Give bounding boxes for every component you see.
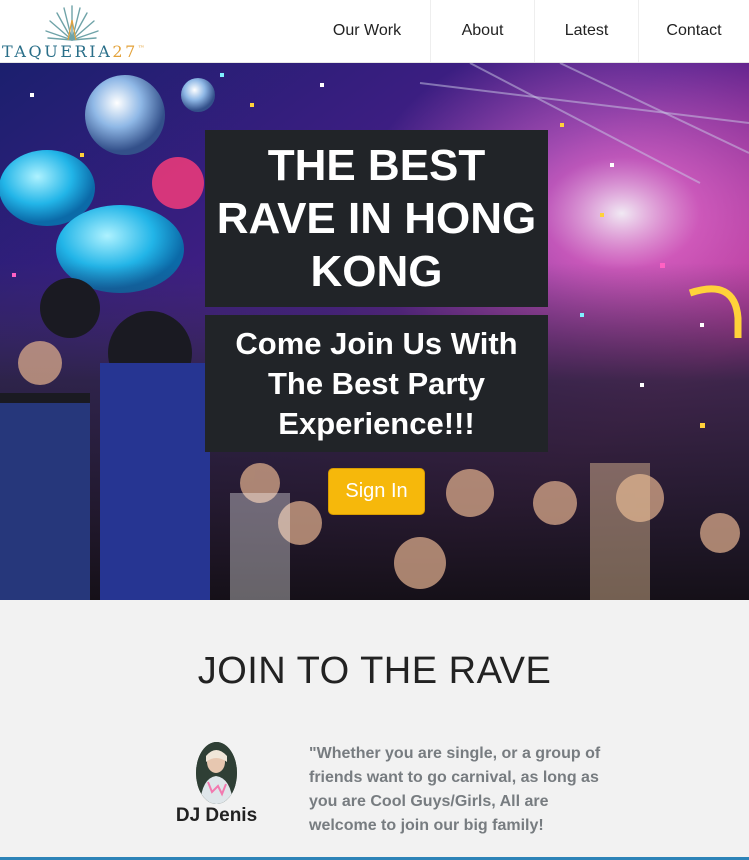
hero-subtitle: Come Join Us With The Best Party Experie… [205,315,548,452]
agave-leaf-icon [45,5,99,41]
nav-item-about[interactable]: About [430,0,534,62]
nav-item-latest[interactable]: Latest [534,0,638,62]
navbar: TAQUERIA27™ Our Work About Latest Contac… [0,0,749,63]
hero-section: THE BEST RAVE IN HONG KONG Come Join Us … [0,63,749,600]
brand-logo[interactable]: TAQUERIA27™ [0,0,160,63]
avatar [196,742,237,804]
nav-item-contact[interactable]: Contact [638,0,749,62]
brand-wordmark: TAQUERIA27™ [2,44,145,60]
brand-trademark: ™ [137,44,145,53]
hero-title: THE BEST RAVE IN HONG KONG [205,130,548,307]
dj-photo [196,742,237,804]
join-section: JOIN TO THE RAVE DJ Denis "Whether you a… [0,600,749,860]
testimonial-quote: "Whether you are single, or a group of f… [309,745,601,834]
nav-item-our-work[interactable]: Our Work [304,0,430,62]
section-title: JOIN TO THE RAVE [197,650,552,692]
brand-name: TAQUERIA [2,42,113,61]
main-nav: Our Work About Latest Contact [304,0,749,62]
brand-suffix: 27 [112,42,138,61]
sign-in-button[interactable]: Sign In [328,468,425,515]
testimonial-author: DJ Denis [175,805,258,826]
